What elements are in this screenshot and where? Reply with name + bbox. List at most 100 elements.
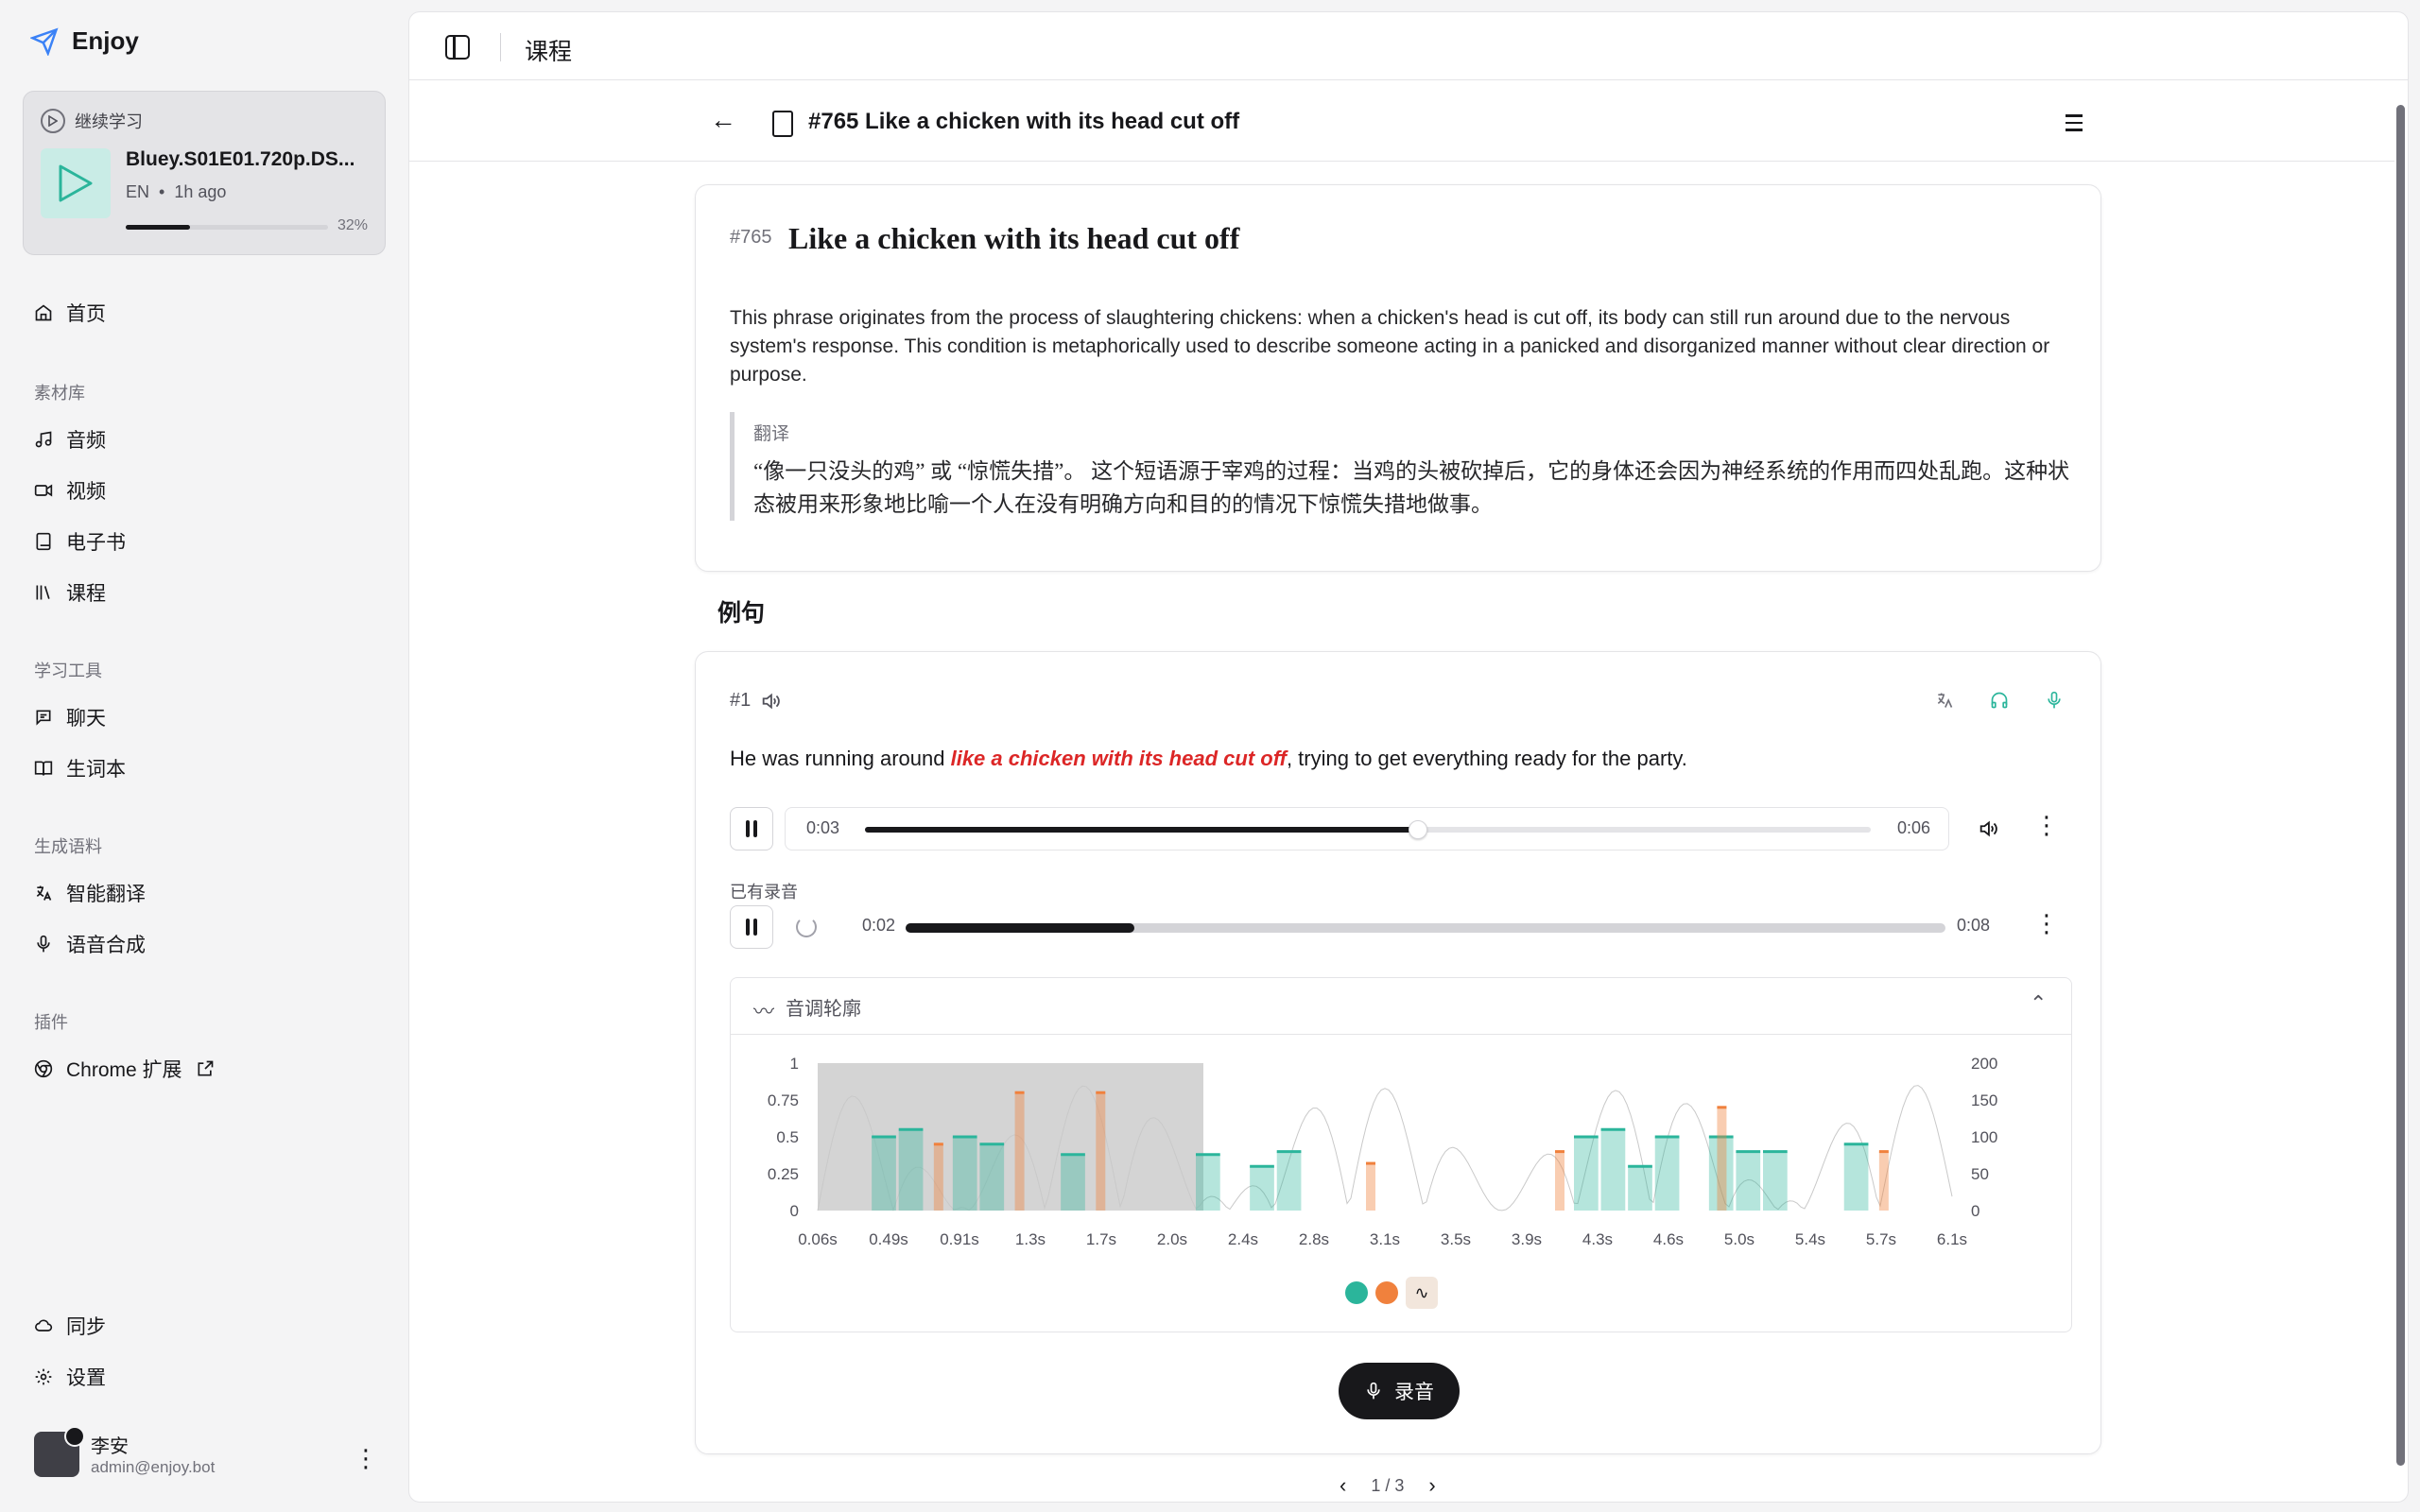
player-more-icon[interactable]: ⋮ <box>2034 811 2059 840</box>
nav-courses[interactable]: 课程 <box>34 578 106 607</box>
chevron-up-icon[interactable]: ⌃ <box>2030 991 2047 1016</box>
y-left-tick: 0 <box>790 1202 799 1220</box>
nav-home[interactable]: 首页 <box>34 299 106 327</box>
pause-button[interactable] <box>730 807 773 850</box>
next-page-icon[interactable]: › <box>1428 1473 1435 1498</box>
brand[interactable]: Enjoy <box>30 26 139 56</box>
translate-icon <box>36 885 52 901</box>
phrase-number: #765 <box>730 227 772 248</box>
back-arrow-icon[interactable]: ← <box>710 105 736 135</box>
media-progress <box>126 225 328 230</box>
avatar-badge <box>64 1425 85 1447</box>
nav-ebook-label: 电子书 <box>66 532 126 554</box>
example-before: He was running around <box>730 747 951 770</box>
scrollbar-thumb[interactable] <box>2396 105 2405 1466</box>
nav-settings[interactable]: 设置 <box>34 1363 106 1391</box>
waveform-toggle-icon[interactable]: ∿ <box>1406 1277 1438 1309</box>
phrase-title: Like a chicken with its head cut off <box>788 221 1240 255</box>
x-tick: 3.1s <box>1370 1230 1400 1248</box>
series-1-bar <box>933 1143 943 1211</box>
nav-video-label: 视频 <box>66 481 106 503</box>
legend-dot-teal[interactable] <box>1345 1281 1368 1304</box>
example-card: #1 He was running around like a chicken … <box>695 651 2101 1454</box>
record-button[interactable]: 录音 <box>1339 1363 1460 1419</box>
player-seek-fill <box>865 827 1419 833</box>
media-lang: EN <box>126 182 150 201</box>
pitch-contour-header[interactable]: 〰 音调轮廓 ⌃ <box>731 978 2071 1035</box>
x-tick: 0.91s <box>940 1230 979 1248</box>
example-sentence: He was running around like a chicken wit… <box>730 747 1687 771</box>
prev-page-icon[interactable]: ‹ <box>1340 1473 1346 1498</box>
series-0-bar <box>1061 1154 1085 1211</box>
translation-text: “像一只没头的鸡” 或 “惊慌失措”。 这个短语源于宰鸡的过程：当鸡的头被砍掉后… <box>753 459 2070 516</box>
nav-tts[interactable]: 语音合成 <box>34 930 146 958</box>
mic-icon <box>37 935 50 953</box>
cloud-icon <box>35 1319 53 1332</box>
speaker-icon[interactable] <box>760 691 781 712</box>
nav-group-generate: 生成语料 <box>34 837 102 856</box>
y-right-tick: 200 <box>1971 1055 1997 1073</box>
paper-plane-icon <box>30 26 59 56</box>
nav-audio[interactable]: 音频 <box>34 425 106 454</box>
x-tick: 5.0s <box>1724 1230 1754 1248</box>
player-seek-knob[interactable] <box>1409 820 1428 839</box>
legend-dot-orange[interactable] <box>1375 1281 1398 1304</box>
continue-learning-card[interactable]: 继续学习 Bluey.S01E01.720p.DS... EN • 1h ago… <box>23 91 386 255</box>
series-0-bar <box>952 1137 977 1211</box>
media-meta: EN • 1h ago <box>126 182 227 201</box>
page-title: 课程 <box>525 39 573 65</box>
recording-pause-button[interactable] <box>730 905 773 949</box>
x-tick: 4.6s <box>1653 1230 1684 1248</box>
nav-vocab[interactable]: 生词本 <box>34 754 126 782</box>
nav-chrome-extension[interactable]: Chrome 扩展 <box>34 1055 215 1083</box>
nav-group-plugins: 插件 <box>34 1013 68 1032</box>
translate-icon[interactable] <box>1934 690 1955 711</box>
library-icon <box>36 585 50 600</box>
user-profile[interactable]: 李安 admin@enjoy.bot <box>34 1425 215 1477</box>
external-link-icon <box>198 1060 213 1076</box>
recording-seek[interactable] <box>906 923 1945 933</box>
series-0-bar <box>1763 1151 1788 1211</box>
player-bar: 0:03 0:06 <box>785 807 1949 850</box>
nav-sync[interactable]: 同步 <box>34 1312 106 1340</box>
sidebar-toggle-icon[interactable] <box>445 35 470 60</box>
example-highlight: like a chicken with its head cut off <box>950 747 1287 770</box>
nav-video[interactable]: 视频 <box>34 476 106 505</box>
user-more-icon[interactable]: ⋮ <box>354 1444 378 1473</box>
nav-chat[interactable]: 聊天 <box>34 703 106 731</box>
y-right-tick: 50 <box>1971 1165 1989 1183</box>
book-icon <box>36 532 51 551</box>
headphones-icon[interactable] <box>1989 690 2010 711</box>
media-progress-label: 32% <box>337 217 369 233</box>
chat-icon <box>36 710 51 726</box>
pager-label: 1 / 3 <box>1371 1475 1405 1495</box>
series-0-bar <box>1628 1166 1652 1211</box>
topbar: 课程 <box>409 12 2408 80</box>
series-0-bar <box>1574 1137 1599 1211</box>
recording-more-icon[interactable]: ⋮ <box>2034 909 2059 938</box>
avatar <box>34 1425 85 1477</box>
nav-translate[interactable]: 智能翻译 <box>34 879 146 907</box>
player-seek[interactable] <box>865 820 1871 839</box>
series-0-bar <box>1600 1129 1626 1211</box>
media-progress-fill <box>126 225 191 230</box>
translation-block: 翻译 “像一只没头的鸡” 或 “惊慌失措”。 这个短语源于宰鸡的过程：当鸡的头被… <box>730 412 2072 521</box>
nav-group-library: 素材库 <box>34 384 85 403</box>
continue-header: 继续学习 <box>41 109 143 133</box>
home-icon <box>35 304 52 321</box>
open-book-icon <box>34 761 53 776</box>
x-tick: 3.9s <box>1512 1230 1542 1248</box>
menu-icon[interactable] <box>2066 114 2083 136</box>
brand-name: Enjoy <box>72 26 139 55</box>
audio-player: 0:03 0:06 ⋮ <box>730 807 2072 850</box>
y-left-tick: 1 <box>790 1055 799 1073</box>
y-left-tick: 0.75 <box>768 1091 799 1109</box>
volume-icon[interactable] <box>1978 818 1998 839</box>
translation-label: 翻译 <box>753 424 790 444</box>
nav-chrome-label: Chrome 扩展 <box>66 1059 182 1081</box>
y-right-tick: 150 <box>1971 1091 1997 1109</box>
activity-icon: 〰 <box>753 1000 775 1023</box>
recording-current-time: 0:02 <box>862 916 896 935</box>
mic-icon[interactable] <box>2044 690 2065 711</box>
nav-ebook[interactable]: 电子书 <box>34 527 126 556</box>
